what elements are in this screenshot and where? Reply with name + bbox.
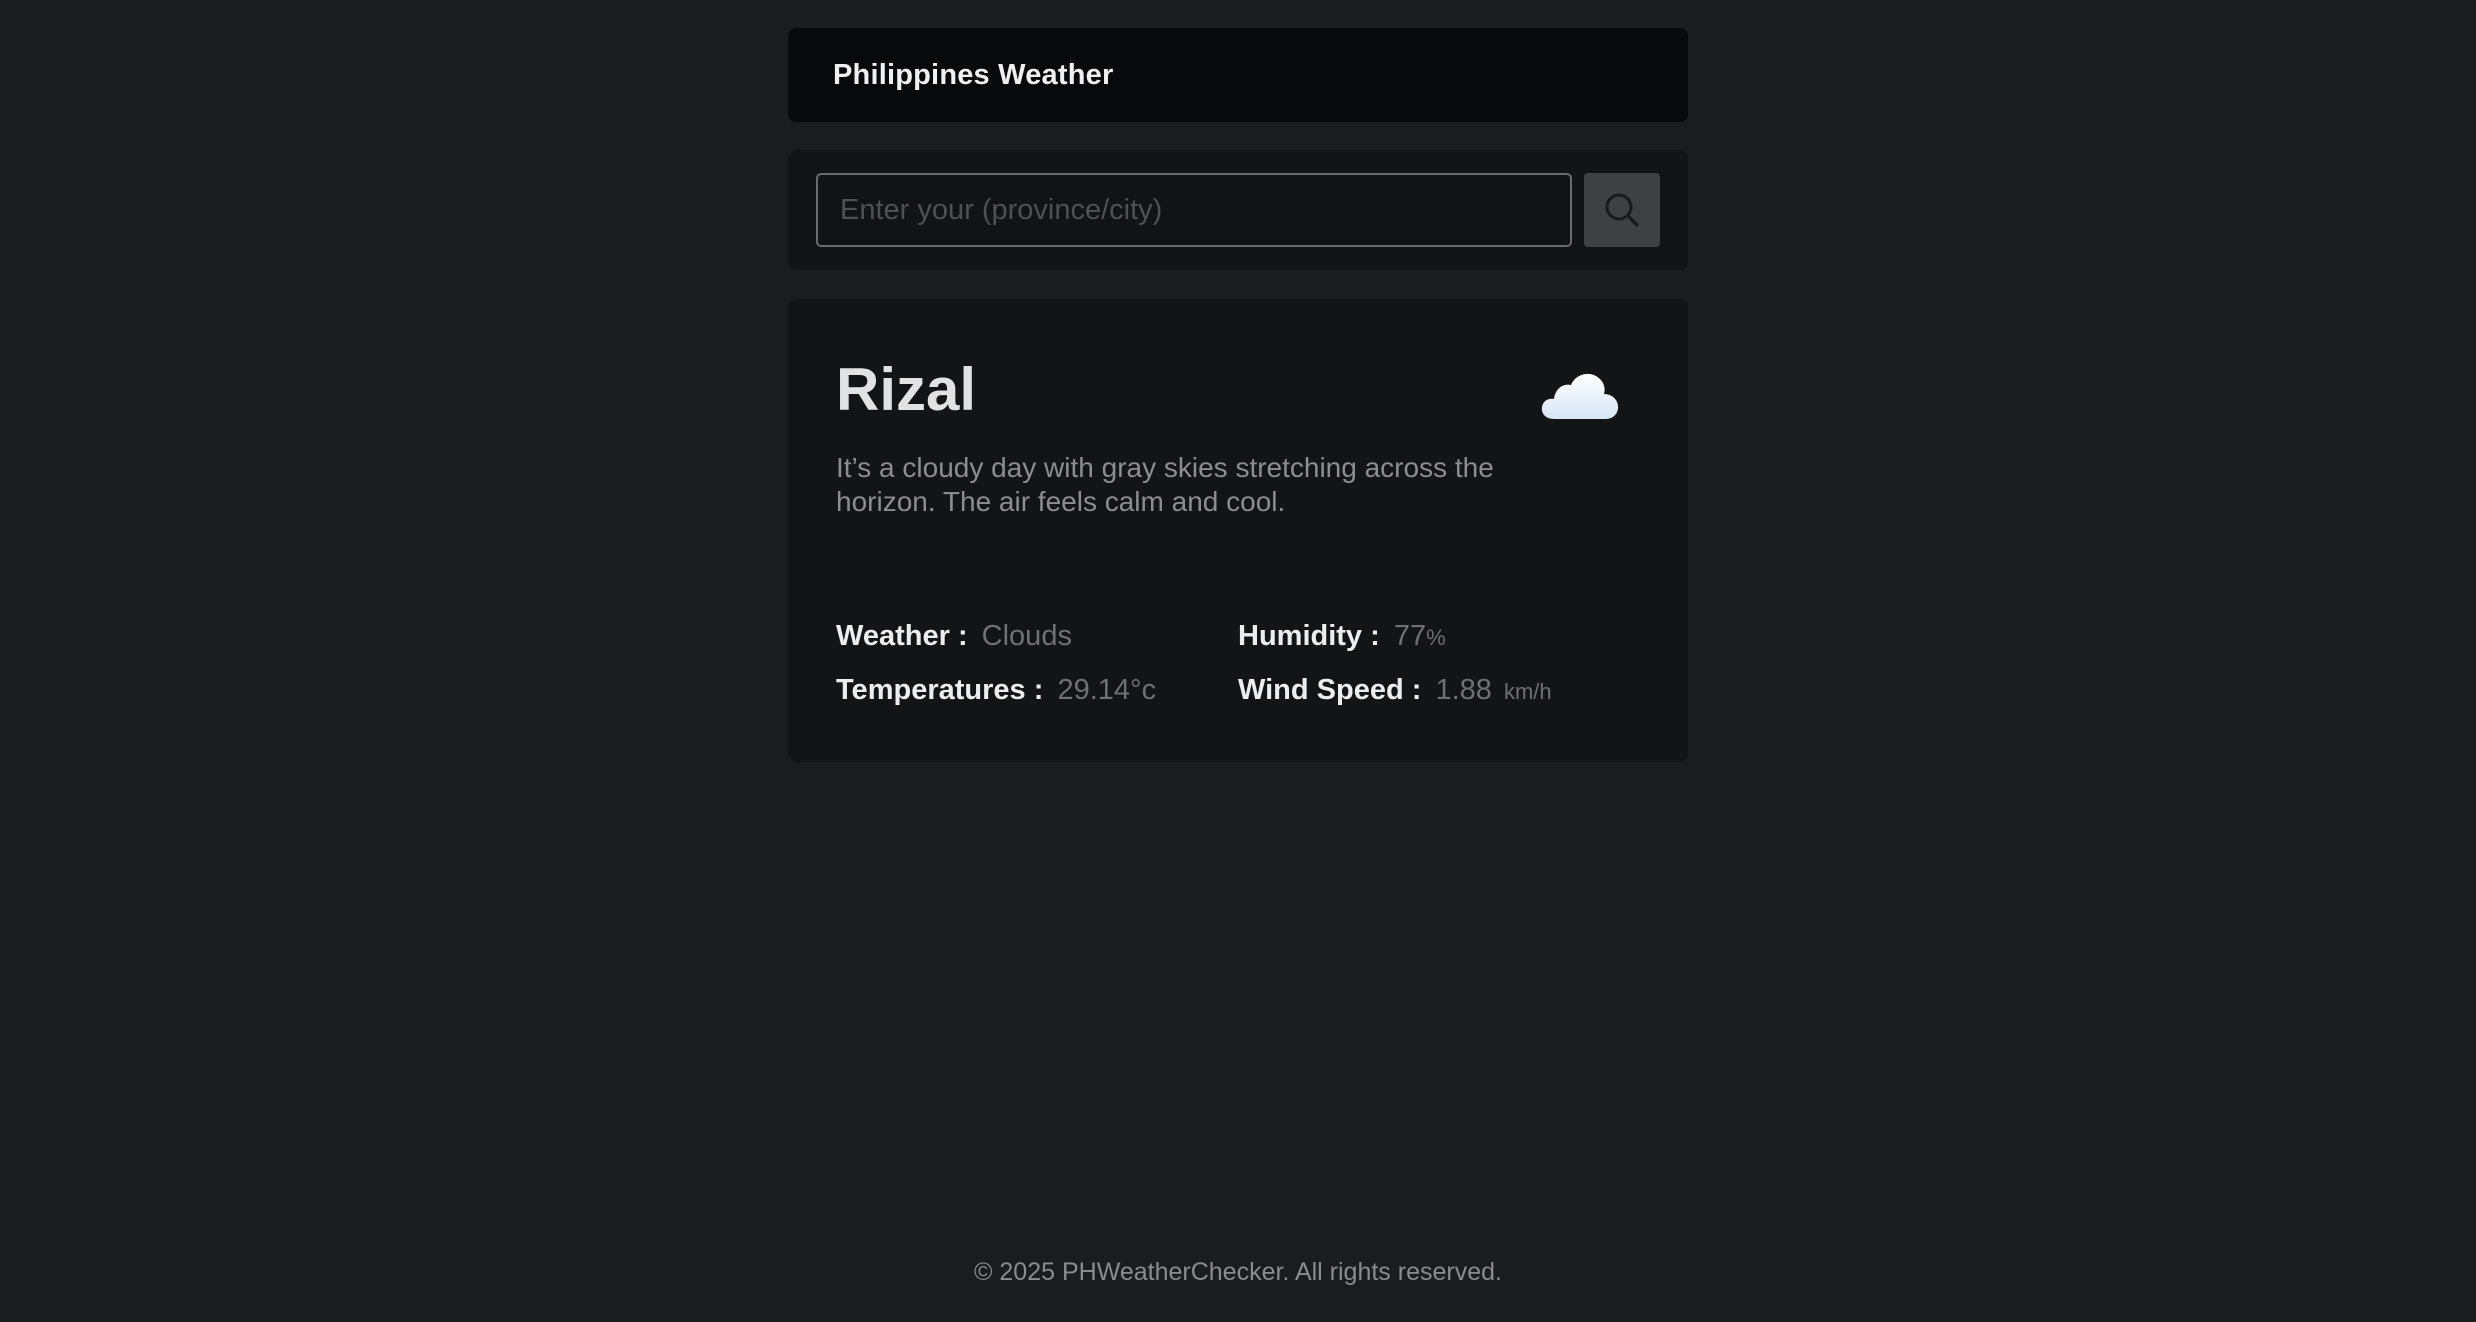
weather-card: Rizal It’s a cloudy day with gray skies … xyxy=(788,299,1688,762)
stat-humidity: Humidity : 77% xyxy=(1238,617,1640,657)
temperature-value: 29.14°c xyxy=(1057,674,1157,706)
weather-label: Weather : xyxy=(836,620,968,652)
cloud-icon xyxy=(1541,373,1619,419)
search-input[interactable] xyxy=(816,173,1572,247)
humidity-value: 77 xyxy=(1393,620,1427,652)
city-name: Rizal xyxy=(836,356,977,423)
search-icon xyxy=(1605,193,1639,227)
stat-temperature: Temperatures : 29.14°c xyxy=(836,671,1238,711)
footer-copyright: © 2025 PHWeatherChecker. All rights rese… xyxy=(974,1258,1502,1286)
app-header: Philippines Weather xyxy=(788,28,1688,122)
weather-stats: Weather : Clouds Humidity : 77% Temperat… xyxy=(836,617,1640,711)
stat-wind: Wind Speed : 1.88 km/h xyxy=(1238,671,1640,711)
app-container: Philippines Weather Rizal It’s a cloudy … xyxy=(788,28,1688,762)
search-button[interactable] xyxy=(1584,173,1660,247)
wind-label: Wind Speed : xyxy=(1238,674,1422,706)
humidity-unit: % xyxy=(1426,625,1446,650)
app-title: Philippines Weather xyxy=(833,58,1114,91)
temperature-label: Temperatures : xyxy=(836,674,1044,706)
stat-weather: Weather : Clouds xyxy=(836,617,1238,657)
weather-value: Clouds xyxy=(981,620,1072,652)
humidity-label: Humidity : xyxy=(1238,620,1380,652)
wind-value: 1.88 xyxy=(1435,674,1492,706)
wind-unit: km/h xyxy=(1503,679,1552,704)
weather-description: It’s a cloudy day with gray skies stretc… xyxy=(836,452,1494,517)
search-panel xyxy=(788,150,1688,270)
